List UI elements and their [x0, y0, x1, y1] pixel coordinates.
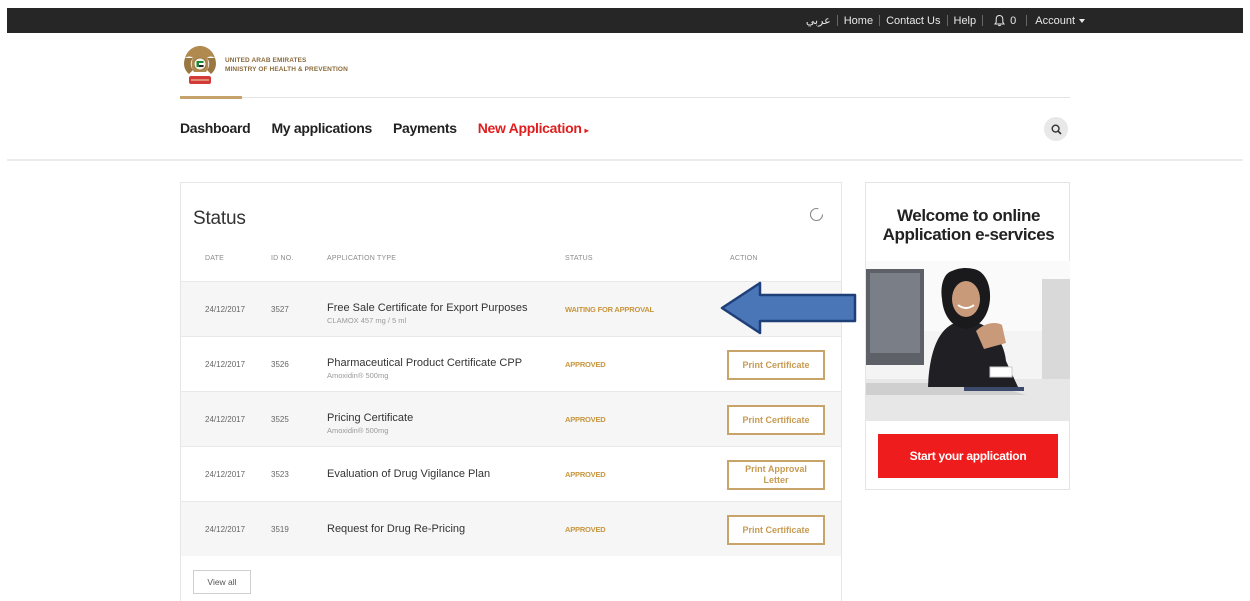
- row-type-title: Pricing Certificate: [327, 412, 414, 424]
- header-accent-bar: [180, 96, 242, 99]
- utility-links: عربي Home Contact Us Help 0 Account: [806, 8, 1085, 33]
- row-type-subtitle: Amoxidin® 500mg: [327, 426, 389, 435]
- print-certificate-button[interactable]: Print Certificate: [727, 350, 825, 380]
- row-status-badge: APPROVED: [565, 525, 606, 534]
- row-type-subtitle: CLAMOX 457 mg / 5 ml: [327, 316, 407, 325]
- logo-line-country: UNITED ARAB EMIRATES: [225, 57, 307, 64]
- row-type-title: Free Sale Certificate for Export Purpose…: [327, 302, 528, 314]
- help-link[interactable]: Help: [954, 15, 977, 27]
- welcome-title-line2: Application e-services: [882, 225, 1055, 244]
- column-header-action: ACTION: [730, 255, 758, 262]
- annotation-arrow-icon: [720, 281, 857, 335]
- column-header-status: STATUS: [565, 255, 593, 262]
- row-application-type: Pharmaceutical Product Certificate CPP A…: [327, 357, 522, 380]
- chevron-right-icon: ▸: [584, 126, 589, 135]
- row-type-title: Evaluation of Drug Vigilance Plan: [327, 468, 491, 480]
- row-id: 3519: [271, 525, 289, 534]
- divider: [982, 15, 984, 26]
- notifications-button[interactable]: 0: [993, 14, 1016, 27]
- home-link[interactable]: Home: [844, 15, 873, 27]
- caret-down-icon: [1079, 18, 1085, 23]
- column-header-date: DATE: [205, 255, 224, 262]
- logo-line-ministry: MINISTRY OF HEALTH & PREVENTION: [225, 66, 348, 73]
- welcome-title: Welcome to online Application e-services: [866, 206, 1071, 244]
- row-status-badge: WAITING FOR APPROVAL: [565, 305, 654, 314]
- uae-emblem-icon: [184, 46, 216, 84]
- language-arabic-link[interactable]: عربي: [806, 14, 831, 27]
- table-row[interactable]: 24/12/2017 3526 Pharmaceutical Product C…: [181, 336, 841, 391]
- table-row[interactable]: 24/12/2017 3519 Request for Drug Re-Pric…: [181, 501, 841, 556]
- row-status-badge: APPROVED: [565, 470, 606, 479]
- row-application-type: Evaluation of Drug Vigilance Plan: [327, 468, 490, 480]
- column-header-id: ID NO.: [271, 255, 294, 262]
- nav-payments[interactable]: Payments: [393, 120, 457, 136]
- contact-us-link[interactable]: Contact Us: [886, 15, 940, 27]
- divider: [879, 15, 881, 26]
- search-icon: [1050, 123, 1062, 135]
- row-date: 24/12/2017: [205, 415, 246, 424]
- nav-new-application[interactable]: New Application ▸: [478, 120, 589, 136]
- row-type-subtitle: Amoxidin® 500mg: [327, 371, 389, 380]
- main-nav: Dashboard My applications Payments New A…: [180, 120, 589, 136]
- bell-icon: [994, 14, 1006, 27]
- row-id: 3523: [271, 470, 289, 479]
- row-status-badge: APPROVED: [565, 415, 606, 424]
- row-application-type: Pricing Certificate Amoxidin® 500mg: [327, 412, 413, 435]
- row-id: 3526: [271, 360, 289, 369]
- row-status-badge: APPROVED: [565, 360, 606, 369]
- top-utility-bar: عربي Home Contact Us Help 0 Account: [7, 8, 1243, 33]
- welcome-photo: [866, 261, 1070, 421]
- notifications-count: 0: [1010, 14, 1017, 27]
- refresh-icon[interactable]: [809, 207, 824, 222]
- account-label: Account: [1035, 14, 1075, 27]
- status-panel: Status DATE ID NO. APPLICATION TYPE STAT…: [180, 182, 842, 601]
- welcome-title-line1: Welcome to online: [896, 206, 1041, 225]
- column-header-type: APPLICATION TYPE: [327, 255, 397, 262]
- divider: [836, 15, 838, 26]
- row-date: 24/12/2017: [205, 360, 246, 369]
- row-id: 3527: [271, 305, 289, 314]
- status-title: Status: [193, 208, 246, 229]
- start-application-button[interactable]: Start your application: [878, 434, 1058, 478]
- ministry-logo[interactable]: UNITED ARAB EMIRATES MINISTRY OF HEALTH …: [181, 42, 348, 88]
- print-certificate-button[interactable]: Print Certificate: [727, 515, 825, 545]
- row-type-title: Pharmaceutical Product Certificate CPP: [327, 357, 523, 369]
- table-row[interactable]: 24/12/2017 3523 Evaluation of Drug Vigil…: [181, 446, 841, 501]
- view-all-button[interactable]: View all: [193, 570, 251, 594]
- print-certificate-button[interactable]: Print Certificate: [727, 405, 825, 435]
- nav-new-application-label: New Application: [477, 120, 582, 136]
- account-menu[interactable]: Account: [1035, 15, 1085, 27]
- row-date: 24/12/2017: [205, 525, 246, 534]
- nav-my-applications[interactable]: My applications: [271, 120, 372, 136]
- search-button[interactable]: [1044, 117, 1068, 141]
- welcome-card: Welcome to online Application e-services…: [865, 182, 1070, 490]
- logo-text: UNITED ARAB EMIRATES MINISTRY OF HEALTH …: [225, 56, 348, 74]
- row-type-title: Request for Drug Re-Pricing: [327, 523, 466, 535]
- row-date: 24/12/2017: [205, 470, 246, 479]
- row-date: 24/12/2017: [205, 305, 246, 314]
- row-id: 3525: [271, 415, 289, 424]
- print-approval-letter-button[interactable]: Print Approval Letter: [727, 460, 825, 490]
- header-divider: [180, 97, 1070, 98]
- divider: [946, 15, 948, 26]
- nav-divider: [7, 159, 1243, 161]
- nav-dashboard[interactable]: Dashboard: [180, 120, 251, 136]
- divider: [1026, 15, 1028, 26]
- row-application-type: Request for Drug Re-Pricing: [327, 523, 465, 535]
- row-application-type: Free Sale Certificate for Export Purpose…: [327, 302, 528, 325]
- table-row[interactable]: 24/12/2017 3525 Pricing Certificate Amox…: [181, 391, 841, 446]
